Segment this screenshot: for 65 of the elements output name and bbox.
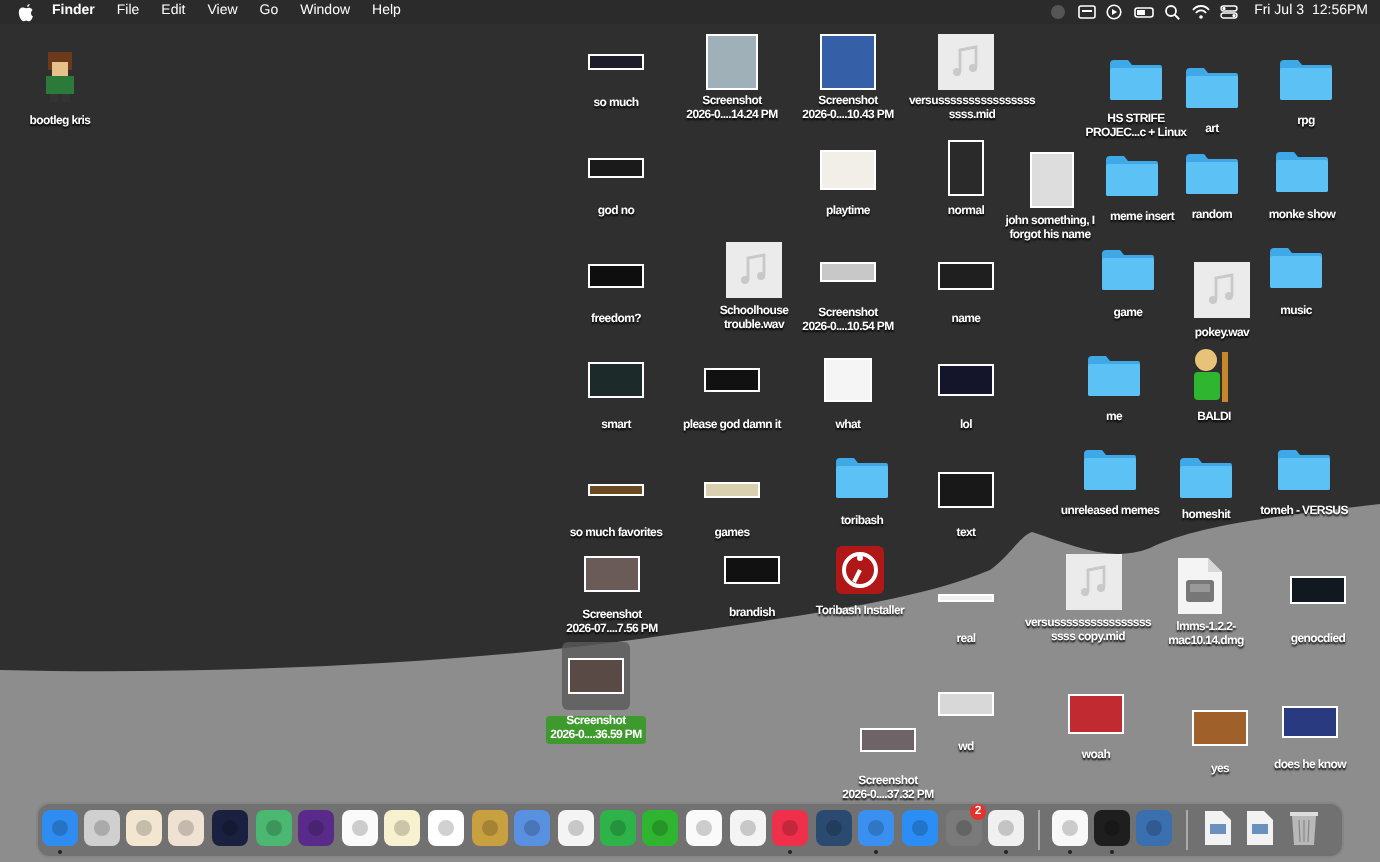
play-icon[interactable] <box>1106 4 1125 20</box>
folder-icon[interactable] <box>1278 58 1334 102</box>
keyboard-icon[interactable] <box>1078 4 1097 20</box>
image-thumbnail[interactable] <box>1282 706 1338 738</box>
folder-icon[interactable] <box>1178 456 1234 500</box>
app-icon[interactable] <box>384 810 420 846</box>
image-thumbnail[interactable] <box>588 264 644 288</box>
trash-icon[interactable] <box>1290 810 1318 846</box>
folder-icon[interactable] <box>834 456 890 504</box>
image-thumbnail[interactable] <box>588 54 644 70</box>
image-thumbnail[interactable] <box>860 728 916 752</box>
search-icon[interactable] <box>1164 4 1183 20</box>
folder-icon[interactable] <box>1184 66 1240 110</box>
image-thumbnail[interactable] <box>1290 576 1346 604</box>
image-thumbnail[interactable] <box>938 262 994 290</box>
app-icon[interactable] <box>686 810 722 846</box>
image-thumbnail[interactable] <box>1068 694 1124 734</box>
folder-icon[interactable] <box>1082 448 1138 492</box>
image-thumbnail[interactable] <box>820 262 876 282</box>
folder-icon[interactable] <box>1104 154 1160 198</box>
app-icon[interactable] <box>168 810 204 846</box>
image-thumbnail[interactable] <box>938 364 994 396</box>
app-icon[interactable] <box>428 810 464 846</box>
image-thumbnail[interactable] <box>584 556 640 592</box>
image-thumbnail[interactable] <box>948 140 984 196</box>
image-thumbnail[interactable] <box>938 472 994 508</box>
image-thumbnail[interactable] <box>588 158 644 178</box>
app-icon[interactable] <box>342 810 378 846</box>
folder-icon[interactable] <box>1086 354 1142 398</box>
app-icon[interactable] <box>558 810 594 846</box>
image-thumbnail[interactable] <box>820 34 876 90</box>
image-thumbnail[interactable] <box>1030 152 1074 208</box>
app-icon[interactable] <box>836 546 884 594</box>
app-icon[interactable] <box>730 810 766 846</box>
image-thumbnail[interactable] <box>724 556 780 584</box>
app-icon[interactable] <box>1094 810 1130 846</box>
folder-icon[interactable] <box>1184 152 1240 196</box>
disk-image-icon[interactable] <box>1176 556 1224 616</box>
image-thumbnail[interactable] <box>1192 710 1248 746</box>
image-thumbnail[interactable] <box>824 358 872 402</box>
folder-icon[interactable] <box>1274 150 1330 194</box>
app-icon[interactable] <box>84 810 120 846</box>
wifi-icon[interactable] <box>1192 4 1211 20</box>
folder-icon[interactable] <box>1100 248 1156 292</box>
folder-icon[interactable] <box>1268 246 1324 290</box>
app-icon[interactable] <box>126 810 162 846</box>
folder-icon[interactable] <box>1276 448 1332 492</box>
image-thumbnail[interactable] <box>938 692 994 716</box>
control-center-icon[interactable] <box>1220 4 1239 20</box>
image-thumbnail[interactable] <box>588 362 644 398</box>
image-thumbnail[interactable] <box>568 658 624 694</box>
image-thumbnail[interactable] <box>820 150 876 190</box>
image-thumbnail[interactable] <box>706 34 758 90</box>
app-icon[interactable] <box>988 810 1024 846</box>
image-thumbnail[interactable] <box>938 594 994 602</box>
apple-menu-icon[interactable] <box>18 3 34 21</box>
document-icon[interactable] <box>1204 810 1232 846</box>
app-icon[interactable] <box>212 810 248 846</box>
image-thumbnail[interactable] <box>588 484 644 496</box>
folder-icon[interactable] <box>1108 58 1164 102</box>
image-thumbnail[interactable] <box>704 368 760 392</box>
battery-icon[interactable] <box>1134 4 1155 20</box>
app-icon[interactable] <box>1052 810 1088 846</box>
document-icon[interactable] <box>1246 810 1274 846</box>
image-thumbnail[interactable] <box>704 482 760 498</box>
